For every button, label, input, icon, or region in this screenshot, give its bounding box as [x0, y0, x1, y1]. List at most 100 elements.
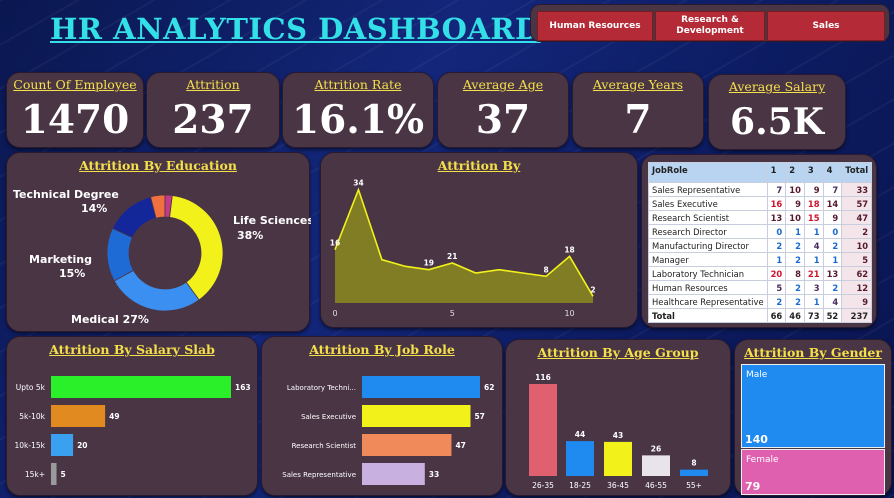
- table-cell: 9: [841, 294, 873, 309]
- table-cell: 52: [822, 308, 843, 323]
- area-data-label: 18: [564, 245, 574, 254]
- table-cell: 2: [766, 238, 787, 253]
- dept-button-sales[interactable]: Sales: [767, 11, 885, 41]
- kpi-label: Average Salary: [728, 79, 826, 94]
- table-cell: 4: [803, 238, 824, 253]
- bar-value-label: 5: [61, 470, 66, 479]
- table-cell: 2: [766, 294, 787, 309]
- bar-value-label: 57: [474, 412, 484, 421]
- kpi-label: Count Of Employee: [13, 77, 137, 92]
- bar-category-label: Sales Representative: [282, 471, 356, 479]
- column-header[interactable]: 1: [766, 162, 787, 183]
- table-row: Manufacturing Director 2 2 4 2 10: [648, 238, 873, 253]
- dept-button-hr[interactable]: Human Resources: [537, 11, 653, 41]
- bar-category-label: Research Scientist: [292, 442, 357, 450]
- kpi-value: 237: [172, 97, 254, 143]
- kpi-value: 37: [475, 97, 531, 143]
- table-cell: 15: [803, 210, 824, 225]
- table-cell: 9: [803, 182, 824, 197]
- kpi-card-average-age: Average Age 37: [437, 72, 569, 148]
- table-row-label: Total: [648, 308, 768, 323]
- bar-3: [362, 463, 425, 485]
- table-row: Research Scientist 13 10 15 9 47: [648, 210, 873, 225]
- column-value-label: 43: [613, 431, 623, 440]
- x-tick-label: 10: [564, 309, 574, 318]
- table-cell: 8: [785, 266, 805, 281]
- jobrole-matrix-table: JobRole 1 2 3 4 Total Sales Representative 7 10 9…: [648, 162, 873, 323]
- table-cell: 2: [785, 238, 805, 253]
- page-title: HR ANALYTICS DASHBOARD: [50, 12, 541, 46]
- donut-label-5: Technical Degree: [13, 188, 119, 201]
- table-cell: 2: [822, 280, 843, 295]
- chart-title: Attrition By Gender: [744, 345, 882, 360]
- column-header[interactable]: Total: [841, 162, 873, 183]
- table-cell: 10: [785, 182, 805, 197]
- gender-label: Male: [746, 370, 768, 380]
- table-cell: 57: [841, 196, 873, 211]
- table-total-row: Total 66 46 73 52 237: [648, 308, 873, 323]
- table-cell: 0: [766, 224, 787, 239]
- salary-slab-chart-panel: Attrition By Salary Slab Upto 5k 163 5k-10…: [6, 336, 258, 496]
- column-category-label: 55+: [686, 481, 702, 490]
- bar-3: [51, 463, 57, 485]
- bar-2: [51, 434, 74, 456]
- table-cell: 7: [766, 182, 787, 197]
- bar-category-label: 10k-15k: [15, 441, 46, 450]
- age-group-chart-panel: Attrition By Age Group 116 26-35 44 18-25 43…: [505, 339, 731, 496]
- table-cell: 18: [803, 196, 824, 211]
- kpi-card-attrition-rate: Attrition Rate 16.1%: [282, 72, 434, 148]
- bar-1: [362, 405, 471, 427]
- attrition-area-chart: 16 34 19 21 8 18 2 0 5 10: [330, 179, 596, 318]
- table-cell: 62: [841, 266, 873, 281]
- column-category-label: 26-35: [532, 481, 554, 490]
- column-header[interactable]: JobRole: [648, 162, 768, 183]
- column-category-label: 18-25: [569, 481, 591, 490]
- job-role-chart-panel: Attrition By Job Role Laboratory Techni.…: [261, 336, 503, 496]
- column-1: [566, 441, 594, 476]
- table-cell: 20: [766, 266, 787, 281]
- table-cell: 33: [841, 182, 873, 197]
- column-category-label: 36-45: [607, 481, 629, 490]
- gender-block-male[interactable]: Male 140: [741, 364, 885, 448]
- column-2: [604, 441, 632, 476]
- table-cell: 1: [822, 252, 843, 267]
- table-cell: 237: [841, 308, 873, 323]
- gender-chart-panel: Attrition By Gender Male 140 Female 79: [734, 339, 892, 496]
- kpi-card-employee-count: Count Of Employee 1470: [6, 72, 144, 148]
- table-cell: 0: [822, 224, 843, 239]
- table-cell: 10: [841, 238, 873, 253]
- table-cell: 4: [822, 294, 843, 309]
- table-cell: 66: [766, 308, 787, 323]
- kpi-value: 6.5K: [730, 101, 824, 143]
- table-row-label: Sales Representative: [648, 182, 768, 197]
- table-cell: 2: [785, 294, 805, 309]
- bar-value-label: 163: [235, 383, 251, 392]
- donut-label-1: 38%: [237, 229, 263, 242]
- table-row: Laboratory Technician 20 8 21 13 62: [648, 266, 873, 281]
- bar-value-label: 33: [429, 470, 439, 479]
- table-row-label: Sales Executive: [648, 196, 768, 211]
- table-cell: 2: [785, 252, 805, 267]
- column-0: [529, 384, 557, 476]
- age-group-column-chart: 116 26-35 44 18-25 43 36-45 26 46-55 8 55+: [529, 373, 708, 490]
- column-value-label: 44: [575, 430, 585, 439]
- table-header-row: JobRole 1 2 3 4 Total: [648, 162, 873, 183]
- kpi-label: Average Years: [592, 77, 684, 92]
- kpi-label: Average Age: [462, 77, 544, 92]
- table-row-label: Manager: [648, 252, 768, 267]
- table-row-label: Human Resources: [648, 280, 768, 295]
- dept-button-rnd[interactable]: Research & Development: [655, 11, 765, 41]
- salary-slab-bar-chart: Upto 5k 163 5k-10k 49 10k-15k 20 15k+ 5: [15, 376, 251, 485]
- table-row: Research Director 0 1 1 0 2: [648, 224, 873, 239]
- donut-label-4: 15%: [59, 267, 85, 280]
- table-row: Sales Executive 16 9 18 14 57: [648, 196, 873, 211]
- column-header[interactable]: 3: [803, 162, 824, 183]
- column-header[interactable]: 2: [785, 162, 805, 183]
- table-cell: 9: [785, 196, 805, 211]
- bar-0: [51, 376, 231, 398]
- gender-block-female[interactable]: Female 79: [741, 449, 885, 495]
- table-cell: 2: [785, 280, 805, 295]
- gender-value: 140: [745, 433, 768, 446]
- kpi-label: Attrition Rate: [314, 77, 402, 92]
- column-header[interactable]: 4: [822, 162, 843, 183]
